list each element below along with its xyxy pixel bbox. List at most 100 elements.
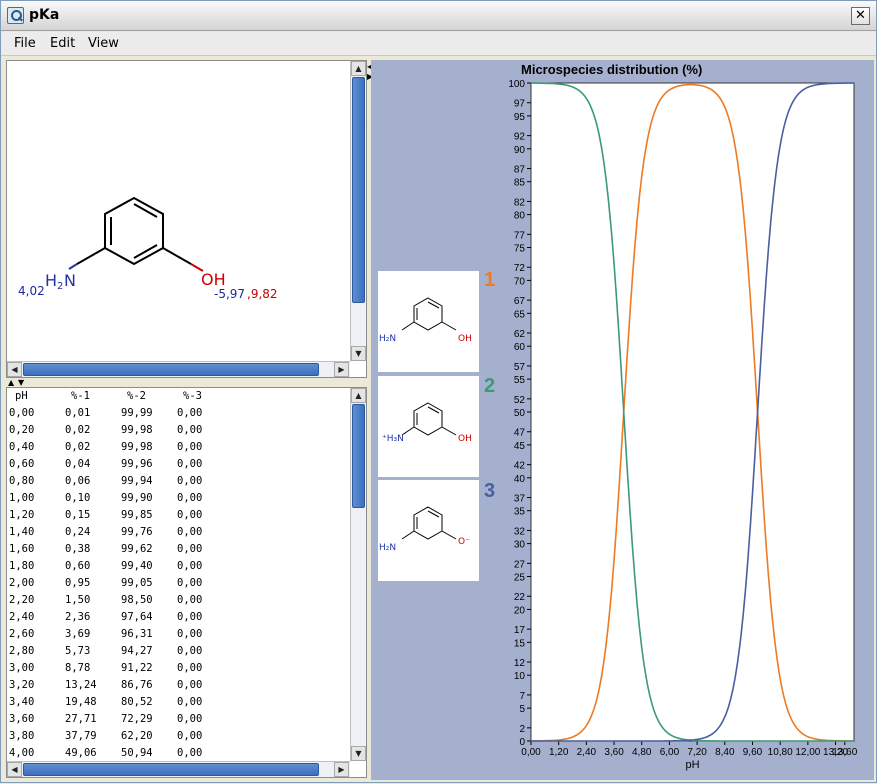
table-cell: 1,40 [9, 526, 35, 538]
column-header: %-2 [127, 390, 146, 402]
table-cell: 27,71 [65, 713, 97, 725]
scroll-thumb[interactable] [352, 77, 365, 303]
menu-file[interactable]: File [14, 36, 36, 51]
table-cell: 50,94 [121, 747, 153, 759]
table-cell: 0,02 [65, 441, 91, 453]
table-cell: 0,40 [9, 441, 35, 453]
table-cell: 3,60 [9, 713, 35, 725]
table-cell: 2,20 [9, 594, 35, 606]
table-cell: 0,10 [65, 492, 91, 504]
distribution-table: pH %-1 %-2 %-3 0,00 0,01 99,99 0,00 0,20 0,02… [7, 388, 351, 762]
menu-view[interactable]: View [88, 36, 119, 51]
table-cell: 1,60 [9, 543, 35, 555]
title-bar: pKa ✕ [1, 1, 876, 31]
table-cell: 3,20 [9, 679, 35, 691]
table-cell: 98,50 [121, 594, 153, 606]
table-cell: 4,00 [9, 747, 35, 759]
molecule-viewer[interactable]: 4,02 H 2 N OH -5,97 ,9,82 ▲ ▼ ◀ ▶ [6, 60, 367, 378]
microspecies-card-2[interactable]: ⁺H₃N OH [378, 376, 479, 477]
table-horizontal-scrollbar[interactable]: ◀ ▶ [7, 761, 350, 777]
splitter-down-icon[interactable]: ▼ [18, 379, 24, 387]
microspecies-structure [401, 506, 457, 540]
microspecies-number-1: 1 [484, 269, 496, 291]
table-cell: 94,27 [121, 645, 153, 657]
amine-label: H₂N [379, 334, 397, 344]
scroll-down-icon[interactable]: ▼ [351, 346, 366, 361]
microspecies-structure [401, 297, 457, 331]
table-cell: 97,64 [121, 611, 153, 623]
table-cell: 2,36 [65, 611, 91, 623]
table-vertical-scrollbar[interactable]: ▲ ▼ [350, 388, 366, 761]
table-cell: 91,22 [121, 662, 153, 674]
microspecies-number-3: 3 [484, 480, 496, 502]
table-cell: 0,00 [177, 424, 203, 436]
table-cell: 0,80 [9, 475, 35, 487]
horizontal-splitter[interactable]: ▲ ▼ [6, 379, 367, 387]
close-button[interactable]: ✕ [851, 7, 870, 25]
amine-pka-label: 4,02 [18, 284, 45, 298]
table-cell: 99,40 [121, 560, 153, 572]
distribution-table-panel[interactable]: pH %-1 %-2 %-3 0,00 0,01 99,99 0,00 0,20 0,02… [6, 387, 367, 778]
table-cell: 8,78 [65, 662, 91, 674]
table-cell: 0,00 [177, 492, 203, 504]
table-cell: 96,31 [121, 628, 153, 640]
table-cell: 0,00 [177, 747, 203, 759]
amine-h-label: H [45, 271, 58, 290]
column-header: %-1 [71, 390, 90, 402]
table-cell: 0,00 [177, 441, 203, 453]
table-cell: 3,69 [65, 628, 91, 640]
scroll-thumb[interactable] [23, 763, 319, 776]
amine-label: ⁺H₃N [382, 434, 404, 444]
oxygen-label: OH [458, 434, 472, 444]
table-cell: 0,02 [65, 424, 91, 436]
table-cell: 0,06 [65, 475, 91, 487]
amine-subscript: 2 [57, 281, 64, 292]
table-cell: 0,00 [177, 458, 203, 470]
oxygen-label: OH [458, 334, 472, 344]
microspecies-number-2: 2 [484, 375, 496, 397]
table-cell: 99,99 [121, 407, 153, 419]
scroll-up-icon[interactable]: ▲ [351, 388, 366, 403]
column-header: %-3 [183, 390, 202, 402]
scroll-down-icon[interactable]: ▼ [351, 746, 366, 761]
table-cell: 0,20 [9, 424, 35, 436]
table-cell: 0,00 [177, 611, 203, 623]
molecule-horizontal-scrollbar[interactable]: ◀ ▶ [7, 361, 350, 377]
scroll-thumb[interactable] [23, 363, 319, 376]
table-cell: 0,00 [177, 645, 203, 657]
menu-edit[interactable]: Edit [50, 36, 75, 51]
scroll-left-icon[interactable]: ◀ [7, 362, 22, 377]
table-cell: 0,00 [177, 696, 203, 708]
table-cell: 99,98 [121, 441, 153, 453]
table-cell: 1,80 [9, 560, 35, 572]
table-cell: 0,00 [177, 628, 203, 640]
table-cell: 72,29 [121, 713, 153, 725]
table-cell: 19,48 [65, 696, 97, 708]
table-cell: 0,00 [177, 407, 203, 419]
table-cell: 2,00 [9, 577, 35, 589]
table-cell: 1,50 [65, 594, 91, 606]
table-cell: 0,00 [177, 526, 203, 538]
molecule-vertical-scrollbar[interactable]: ▲ ▼ [350, 61, 366, 361]
table-cell: 0,00 [177, 475, 203, 487]
scroll-right-icon[interactable]: ▶ [334, 762, 349, 777]
scroll-right-icon[interactable]: ▶ [334, 362, 349, 377]
chart-title: Microspecies distribution (%) [521, 62, 703, 77]
table-cell: 99,90 [121, 492, 153, 504]
table-cell: 1,00 [9, 492, 35, 504]
scroll-left-icon[interactable]: ◀ [7, 762, 22, 777]
microspecies-card-1[interactable]: H₂N OH [378, 271, 479, 372]
table-cell: 0,01 [65, 407, 91, 419]
scroll-up-icon[interactable]: ▲ [351, 61, 366, 76]
table-cell: 99,05 [121, 577, 153, 589]
table-cell: 13,24 [65, 679, 97, 691]
splitter-up-icon[interactable]: ▲ [8, 379, 14, 387]
table-cell: 2,80 [9, 645, 35, 657]
column-header: pH [15, 390, 28, 402]
microspecies-card-3[interactable]: H₂N O⁻ [378, 480, 479, 581]
table-cell: 99,76 [121, 526, 153, 538]
scroll-thumb[interactable] [352, 404, 365, 508]
table-cell: 0,00 [177, 679, 203, 691]
hydroxyl-pka-acidic: -5,97 [214, 287, 246, 301]
table-cell: 0,00 [9, 407, 35, 419]
